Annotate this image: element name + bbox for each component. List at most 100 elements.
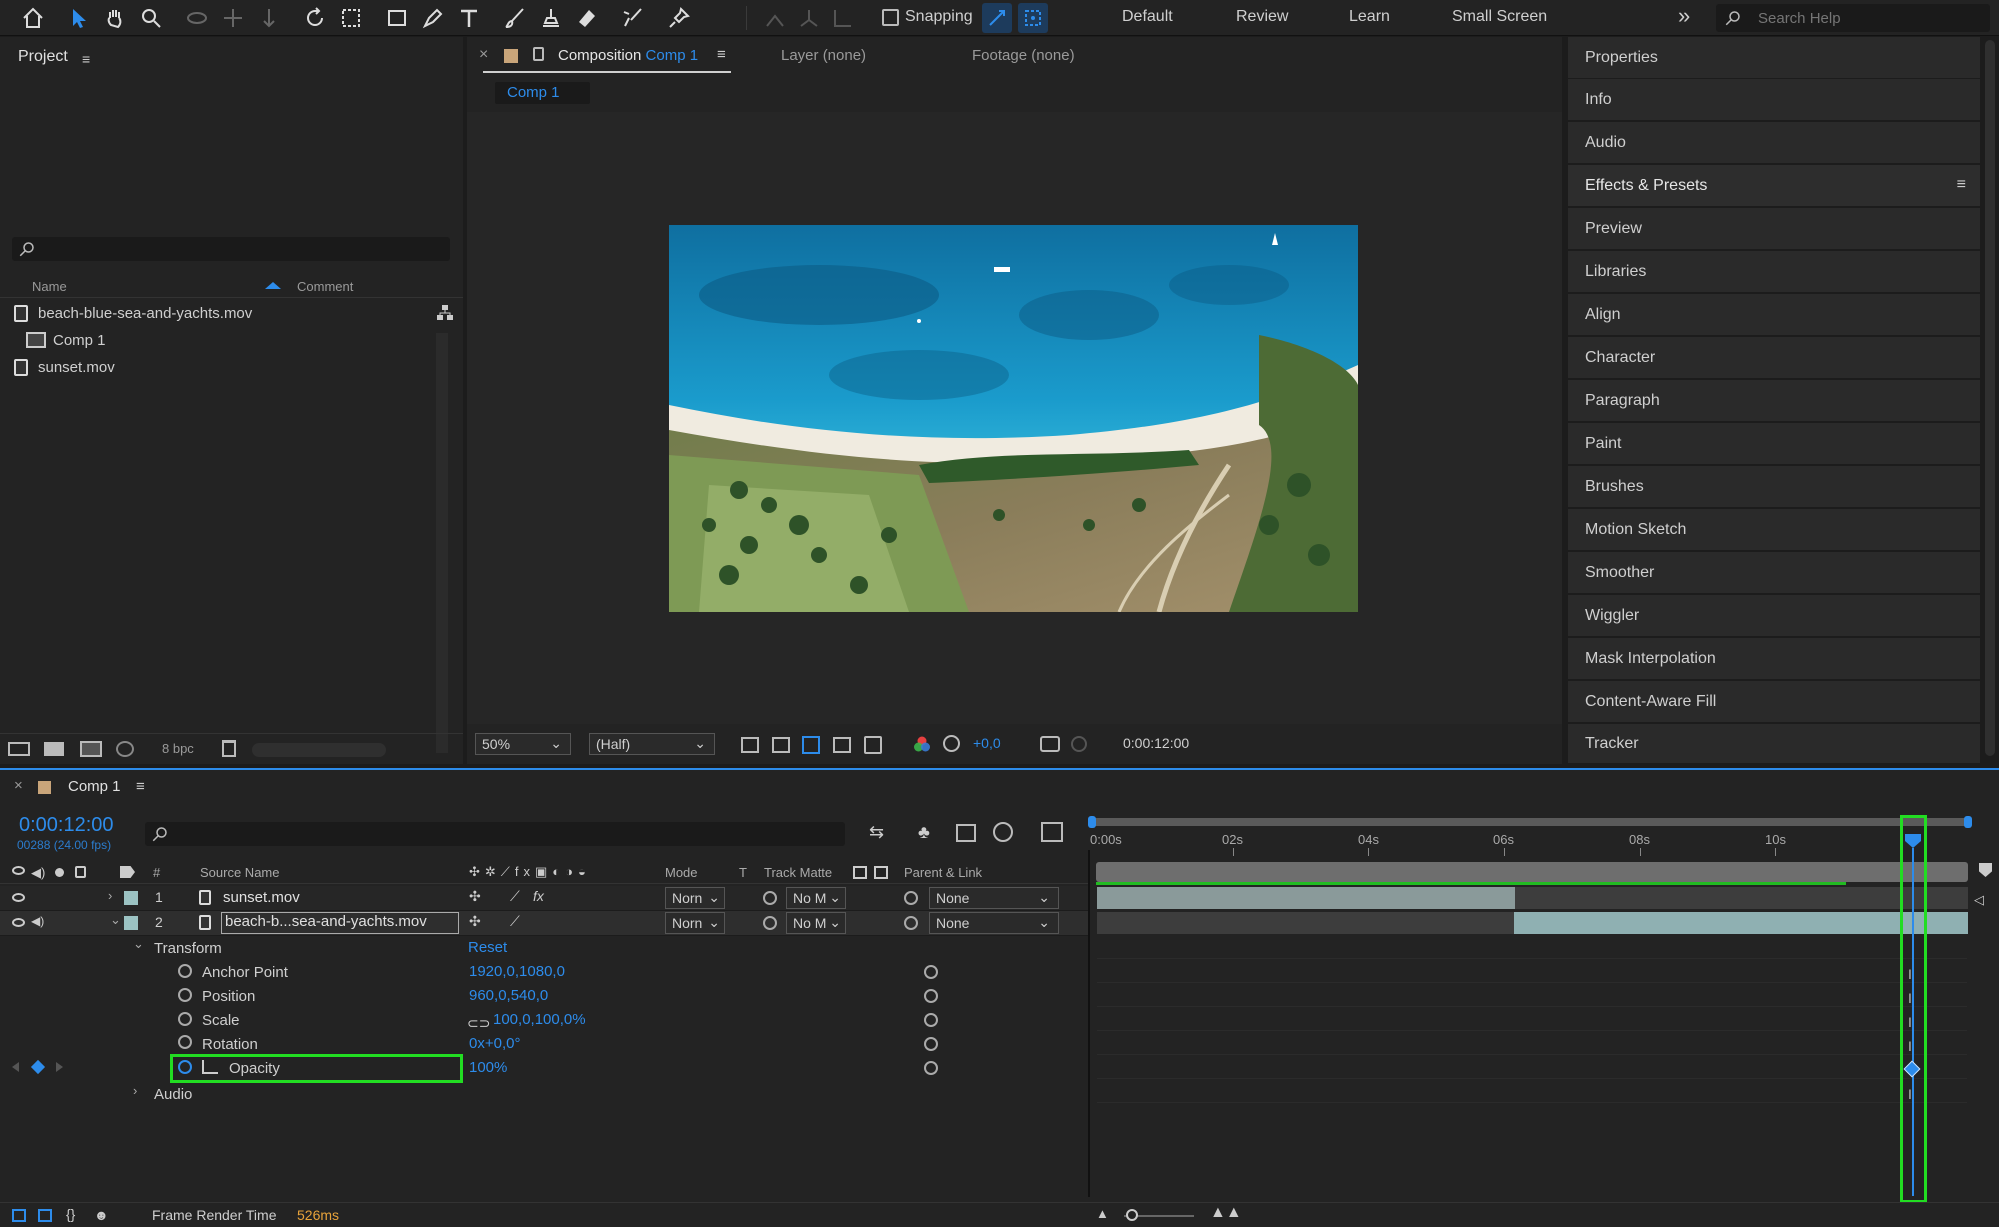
tab-composition[interactable]: Composition Comp 1 (558, 47, 698, 64)
panel-libraries[interactable]: Libraries (1568, 251, 1980, 293)
project-hscrollbar[interactable] (252, 743, 386, 757)
audio-icon[interactable]: ◀) (31, 865, 45, 881)
new-composition-icon[interactable] (80, 741, 102, 757)
timeline-search-field[interactable] (145, 822, 845, 846)
hand-tool-icon[interactable] (100, 3, 130, 33)
panel-brushes[interactable]: Brushes (1568, 466, 1980, 508)
resolution-dropdown[interactable]: (Half) ⌄ (589, 733, 715, 755)
search-help-field[interactable] (1716, 4, 1990, 32)
layer-color-label[interactable] (124, 891, 138, 905)
project-search-input[interactable] (44, 239, 444, 259)
graph-editor-icon[interactable] (1041, 822, 1063, 842)
column-t[interactable]: T (739, 865, 747, 880)
project-title[interactable]: Project (18, 48, 68, 66)
project-menu-icon[interactable]: ≡ (82, 51, 95, 67)
transform-label[interactable]: Transform (154, 940, 222, 957)
tab-composition-menu-icon[interactable]: ≡ (717, 46, 726, 63)
collapse-chevron-icon[interactable]: ⌄ (110, 912, 121, 928)
label-tag-icon[interactable] (120, 866, 135, 878)
composition-flowchart-icon[interactable]: ⇆ (869, 822, 891, 842)
layer-switches-icon[interactable] (12, 1209, 26, 1222)
rotation-value[interactable]: 0x+0,0° (469, 1035, 520, 1052)
panel-preview[interactable]: Preview (1568, 208, 1980, 250)
lock-icon[interactable] (75, 866, 86, 878)
tab-footage[interactable]: Footage (none) (972, 47, 1075, 64)
viewer-canvas[interactable] (467, 112, 1562, 724)
mask-visibility-icon[interactable] (802, 736, 820, 754)
timeline-menu-icon[interactable]: ≡ (136, 778, 145, 795)
constrain-proportions-icon[interactable]: ⊂⊃ (467, 1015, 490, 1032)
pen-tool-icon[interactable] (418, 3, 448, 33)
layer-color-label[interactable] (124, 916, 138, 930)
axis-local-icon[interactable] (760, 3, 790, 33)
panel-mask-interpolation[interactable]: Mask Interpolation (1568, 638, 1980, 680)
collapse-switch-icon[interactable]: ✣ (469, 888, 481, 905)
panel-content-aware-fill[interactable]: Content-Aware Fill (1568, 681, 1980, 723)
panel-smoother[interactable]: Smoother (1568, 552, 1980, 594)
workspace-overflow-button[interactable]: » (1678, 3, 1690, 29)
fast-previews-icon[interactable] (741, 737, 759, 753)
workspace-default[interactable]: Default (1122, 8, 1173, 26)
trash-icon[interactable] (222, 740, 236, 757)
flowchart-icon[interactable] (436, 304, 454, 322)
column-track-matte[interactable]: Track Matte (764, 865, 832, 880)
blend-mode-dropdown[interactable]: Norn ⌄ (665, 912, 725, 934)
matte-pickwhip-icon[interactable] (763, 916, 777, 930)
workspace-small-screen[interactable]: Small Screen (1452, 8, 1547, 26)
matte-invert-icon[interactable] (874, 866, 888, 879)
close-tab-icon[interactable]: × (479, 46, 488, 64)
roto-brush-tool-icon[interactable] (618, 3, 648, 33)
zoom-slider-thumb[interactable] (1126, 1209, 1138, 1221)
keyframe-marker-icon[interactable]: I (1908, 966, 1912, 982)
work-area-bar[interactable] (1090, 818, 1970, 826)
pickwhip-icon[interactable] (924, 989, 938, 1003)
transform-chevron-icon[interactable]: ⌄ (133, 936, 144, 952)
blend-mode-dropdown[interactable]: Norn ⌄ (665, 887, 725, 909)
rectangle-tool-icon[interactable] (382, 3, 412, 33)
dolly-tool-icon[interactable] (254, 3, 284, 33)
pickwhip-icon[interactable] (924, 1061, 938, 1075)
collapse-switch-icon[interactable]: ✣ (469, 913, 481, 930)
video-visibility-icon[interactable] (12, 866, 25, 875)
audio-icon[interactable]: ◀) (31, 914, 44, 928)
keyframe-marker-icon[interactable]: I (1908, 1086, 1912, 1102)
shy-layers-icon[interactable]: ♣ (918, 822, 940, 842)
stopwatch-icon[interactable] (178, 1012, 192, 1026)
pan-tool-icon[interactable] (218, 3, 248, 33)
sort-ascending-icon[interactable] (265, 282, 281, 289)
audio-group-label[interactable]: Audio (154, 1086, 192, 1103)
column-parent-link[interactable]: Parent & Link (904, 865, 982, 880)
work-area-start-handle[interactable] (1088, 816, 1096, 828)
panel-motion-sketch[interactable]: Motion Sketch (1568, 509, 1980, 551)
workspace-review[interactable]: Review (1236, 8, 1288, 26)
comp-marker-icon[interactable] (1979, 863, 1992, 877)
work-area-end-handle[interactable] (1964, 816, 1972, 828)
column-comment[interactable]: Comment (297, 279, 353, 294)
layer-end-marker-icon[interactable]: ◁ (1974, 892, 1984, 908)
home-icon[interactable] (18, 3, 48, 33)
quality-switch-icon[interactable]: ⟋ (510, 913, 520, 930)
panel-paragraph[interactable]: Paragraph (1568, 380, 1980, 422)
reset-exposure-icon[interactable] (943, 735, 960, 752)
search-help-input[interactable] (1756, 8, 1976, 28)
type-tool-icon[interactable] (454, 3, 484, 33)
parent-dropdown[interactable]: None ⌄ (929, 887, 1059, 909)
timeline-tab-title[interactable]: Comp 1 (68, 778, 121, 795)
audio-expand-chevron-icon[interactable]: › (133, 1083, 137, 1098)
project-search-field[interactable] (12, 237, 450, 261)
panel-properties[interactable]: Properties (1568, 37, 1980, 79)
transparency-grid-icon[interactable] (772, 737, 790, 753)
orbit-tool-icon[interactable] (182, 3, 212, 33)
parent-pickwhip-icon[interactable] (904, 916, 918, 930)
axis-view-icon[interactable] (828, 3, 858, 33)
column-source-name[interactable]: Source Name (200, 865, 279, 880)
transform-reset[interactable]: Reset (468, 939, 507, 956)
snap-features-icon[interactable] (1018, 3, 1048, 33)
track-matte-dropdown[interactable]: No M ⌄ (786, 887, 846, 909)
effects-switch-icon[interactable]: fx (533, 888, 544, 904)
panel-align[interactable]: Align (1568, 294, 1980, 336)
keyframe-marker-icon[interactable]: I (1908, 1038, 1912, 1054)
bpc-label[interactable]: 8 bpc (162, 741, 194, 756)
panel-effects-presets[interactable]: Effects & Presets ≡ (1568, 165, 1980, 207)
rotation-tool-icon[interactable] (300, 3, 330, 33)
